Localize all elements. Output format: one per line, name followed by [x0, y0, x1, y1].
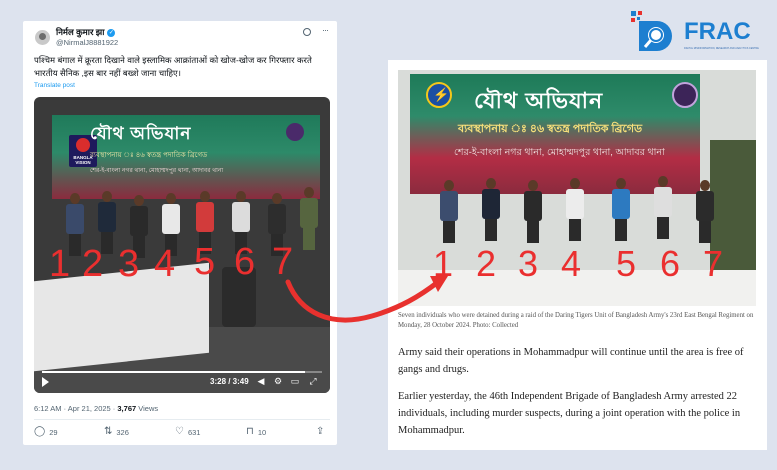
tweet-meta: 6:12 AM · Apr 21, 2025 · 3,767 Views	[34, 404, 158, 413]
detainee-figure	[652, 176, 674, 239]
pip-icon[interactable]: ▭	[290, 376, 300, 386]
video-banner: BANGLA VISION যৌথ অভিযান ব্যবস্থাপনায় ঃ…	[52, 115, 320, 199]
detainee-figure	[522, 180, 544, 243]
author-handle[interactable]: @NirmalJ8881922	[56, 38, 118, 47]
article-paragraph-1: Army said their operations in Mohammadpu…	[398, 347, 744, 375]
number-label: 3	[118, 243, 140, 285]
like-count: 631	[187, 427, 201, 437]
video-progress-bar[interactable]	[42, 371, 322, 373]
magnifier-logo-icon	[631, 11, 672, 51]
soldier-figure	[298, 187, 320, 250]
avatar[interactable]	[35, 30, 50, 45]
number-label: 2	[476, 243, 497, 284]
bookmark-count: 10	[257, 427, 267, 437]
views-label: Views	[136, 404, 159, 413]
more-icon[interactable]: ···	[322, 25, 329, 35]
photo-banner-subtitle: ব্যবস্থাপনায় ঃ ৪৬ স্বতন্ত্র পদাতিক ব্রি…	[458, 123, 643, 135]
video-time: 3:28 / 3:49	[210, 377, 249, 386]
crest-icon	[286, 123, 304, 141]
frac-logo: FRAC DIGITAL MISINFORMATION, RESEARCH AN…	[631, 6, 771, 58]
number-label: 1	[49, 243, 71, 285]
repost-icon: ⇅	[104, 426, 113, 437]
number-label: 6	[660, 243, 681, 284]
share-button[interactable]: ⇪	[316, 427, 324, 437]
video-progress-fill	[42, 371, 306, 373]
detainee-figure	[96, 191, 118, 254]
video-player[interactable]: BANGLA VISION যৌথ অভিযান ব্যবস্থাপনায় ঃ…	[34, 97, 330, 393]
number-label: 4	[561, 243, 582, 284]
tweet-actions: ◯ 29 ⇅ 326 ♡ 631 ⊓ 10 ⇪	[34, 427, 324, 439]
article-photo: যৌথ অভিযান ব্যবস্থাপনায় ঃ ৪৬ স্বতন্ত্র …	[398, 70, 756, 306]
views-count: 3,767	[117, 404, 137, 413]
play-icon[interactable]	[42, 377, 49, 387]
grok-icon[interactable]	[303, 28, 311, 36]
number-label: 7	[272, 241, 294, 283]
number-label: 5	[616, 243, 637, 284]
bookmark-button[interactable]: ⊓ 10	[246, 427, 266, 437]
bookmark-icon: ⊓	[246, 426, 254, 437]
detainee-figure	[438, 180, 460, 243]
tweet-timestamp[interactable]: 6:12 AM · Apr 21, 2025 ·	[34, 404, 117, 413]
detainee-figure	[564, 178, 586, 241]
repost-button[interactable]: ⇅ 326	[104, 427, 129, 437]
video-controls: 3:28 / 3:49 ◀ ⚙ ▭ ⤢	[34, 371, 330, 393]
divider	[34, 419, 330, 420]
detainee-figure	[480, 178, 502, 241]
fullscreen-icon[interactable]: ⤢	[308, 376, 318, 386]
verified-badge-icon: ✓	[107, 28, 116, 37]
channel-logo-icon	[76, 138, 90, 152]
number-label: 6	[234, 241, 256, 283]
number-label: 1	[433, 243, 454, 284]
logo-wordmark: FRAC	[684, 18, 751, 45]
detainee-figure	[610, 178, 632, 241]
number-label: 4	[154, 243, 176, 285]
number-label: 2	[82, 243, 104, 285]
reply-button[interactable]: ◯ 29	[34, 427, 58, 437]
photo-banner-title: যৌথ অভিযান	[474, 88, 604, 113]
reply-icon: ◯	[34, 426, 46, 437]
photo-caption: Seven individuals who were detained duri…	[398, 312, 754, 329]
like-button[interactable]: ♡ 631	[175, 427, 200, 437]
reply-count: 29	[49, 427, 58, 437]
number-label: 3	[518, 243, 539, 284]
volume-icon[interactable]: ◀	[256, 376, 266, 386]
number-label: 5	[194, 241, 216, 283]
translate-post-link[interactable]: Translate post	[34, 82, 75, 89]
article-card: যৌথ অভিযান ব্যবস্থাপনায় ঃ ৪৬ স্বতন্ত্র …	[388, 60, 767, 450]
photo-banner-subtitle-2: শের-ই-বাংলা নগর থানা, মোহাম্মদপুর থানা, …	[454, 147, 665, 158]
lightning-bolt-icon	[426, 82, 452, 108]
share-icon: ⇪	[316, 426, 325, 437]
settings-icon[interactable]: ⚙	[273, 376, 283, 386]
detainee-figure	[694, 180, 716, 243]
author-row: निर्मल कुमार झा ✓	[56, 27, 116, 38]
tweet-card: निर्मल कुमार झा ✓ @NirmalJ8881922 ··· पश…	[23, 21, 337, 445]
like-icon: ♡	[175, 426, 184, 437]
video-banner-subtitle-2: শের-ই-বাংলা নগর থানা, মোহাম্মদপুর থানা, …	[90, 168, 224, 174]
article-paragraph-2: Earlier yesterday, the 46th Independent …	[398, 391, 741, 436]
tweet-text: पश्चिम बंगाल में क्रूरता दिखाने वाले इस्…	[34, 55, 312, 78]
video-banner-title: যৌথ অভিযান	[90, 124, 192, 143]
repost-count: 326	[116, 427, 129, 437]
logo-tagline: DIGITAL MISINFORMATION, RESEARCH AND ANA…	[684, 47, 759, 50]
author-name[interactable]: निर्मल कुमार झा	[56, 27, 104, 38]
number-label: 7	[703, 243, 724, 284]
video-banner-subtitle: ব্যবস্থাপনায় ঃ ৪৬ স্বতন্ত্র পদাতিক ব্রি…	[90, 152, 208, 159]
crest-icon	[672, 82, 698, 108]
